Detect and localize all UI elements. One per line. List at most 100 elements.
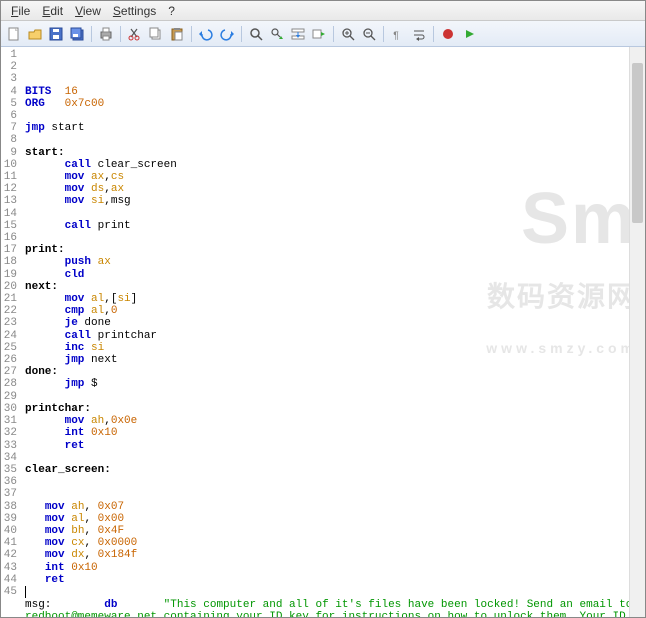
line-number: 18 [3, 256, 17, 268]
code-line[interactable]: clear_screen: [25, 464, 641, 476]
code-line[interactable] [25, 232, 641, 244]
code-line[interactable]: int 0x10 [25, 427, 641, 439]
record-macro-icon[interactable] [439, 25, 457, 43]
line-number: 25 [3, 342, 17, 354]
code-line[interactable]: mov cx, 0x0000 [25, 537, 641, 549]
vertical-scrollbar[interactable] [629, 47, 645, 617]
code-line[interactable]: mov bh, 0x4F [25, 525, 641, 537]
code-line[interactable]: ret [25, 440, 641, 452]
code-line[interactable]: mov dx, 0x184f [25, 549, 641, 561]
code-line[interactable]: push ax [25, 256, 641, 268]
goto-icon[interactable] [310, 25, 328, 43]
menu-help[interactable]: ? [162, 3, 181, 19]
code-line[interactable]: je done [25, 317, 641, 329]
code-line[interactable]: mov al, 0x00 [25, 513, 641, 525]
code-line[interactable] [25, 391, 641, 403]
line-number: 34 [3, 452, 17, 464]
find-icon[interactable] [247, 25, 265, 43]
code-line[interactable]: ORG 0x7c00 [25, 98, 641, 110]
line-number: 19 [3, 269, 17, 281]
code-line[interactable]: msg: db "This computer and all of it's f… [25, 599, 641, 617]
line-number: 15 [3, 220, 17, 232]
code-line[interactable]: inc si [25, 342, 641, 354]
line-number: 27 [3, 366, 17, 378]
code-line[interactable] [25, 476, 641, 488]
open-icon[interactable] [26, 25, 44, 43]
menu-edit[interactable]: Edit [36, 3, 69, 19]
code-line[interactable] [25, 208, 641, 220]
toolbar-separator [241, 26, 242, 42]
code-line[interactable]: mov ds,ax [25, 183, 641, 195]
code-line[interactable]: call print [25, 220, 641, 232]
code-area[interactable]: Sm 数码资源网 www.smzy.com BITS 16ORG 0x7c00 … [21, 47, 645, 617]
code-line[interactable]: jmp start [25, 122, 641, 134]
line-number: 28 [3, 378, 17, 390]
code-line[interactable]: call clear_screen [25, 159, 641, 171]
line-number: 37 [3, 488, 17, 500]
code-line[interactable]: next: [25, 281, 641, 293]
code-line[interactable] [25, 488, 641, 500]
code-line[interactable]: jmp next [25, 354, 641, 366]
print-icon[interactable] [97, 25, 115, 43]
code-line[interactable]: jmp $ [25, 378, 641, 390]
menu-view[interactable]: View [69, 3, 107, 19]
code-line[interactable]: int 0x10 [25, 562, 641, 574]
code-line[interactable] [25, 452, 641, 464]
save-all-icon[interactable] [68, 25, 86, 43]
line-number: 24 [3, 330, 17, 342]
code-line[interactable]: print: [25, 244, 641, 256]
toggle-whitespace-icon[interactable]: ¶ [389, 25, 407, 43]
line-number: 32 [3, 427, 17, 439]
copy-icon[interactable] [147, 25, 165, 43]
line-number: 38 [3, 501, 17, 513]
zoom-out-icon[interactable] [360, 25, 378, 43]
line-number: 3 [3, 73, 17, 85]
code-line[interactable]: done: [25, 366, 641, 378]
menu-file[interactable]: File [5, 3, 36, 19]
code-editor[interactable]: 1234567891011121314151617181920212223242… [1, 47, 645, 617]
line-number: 44 [3, 574, 17, 586]
line-number: 7 [3, 122, 17, 134]
code-line[interactable]: ret [25, 574, 641, 586]
line-number: 42 [3, 549, 17, 561]
code-line[interactable]: BITS 16 [25, 86, 641, 98]
save-icon[interactable] [47, 25, 65, 43]
code-line[interactable]: mov al,[si] [25, 293, 641, 305]
scroll-thumb[interactable] [632, 63, 643, 223]
run-macro-icon[interactable] [460, 25, 478, 43]
code-line[interactable]: mov ax,cs [25, 171, 641, 183]
line-number: 10 [3, 159, 17, 171]
find-next-icon[interactable] [268, 25, 286, 43]
code-line[interactable] [25, 110, 641, 122]
line-number: 30 [3, 403, 17, 415]
code-line[interactable]: printchar: [25, 403, 641, 415]
code-line[interactable] [25, 586, 641, 599]
zoom-in-icon[interactable] [339, 25, 357, 43]
redo-icon[interactable] [218, 25, 236, 43]
line-number: 36 [3, 476, 17, 488]
line-number: 40 [3, 525, 17, 537]
code-line[interactable]: mov si,msg [25, 195, 641, 207]
code-line[interactable]: start: [25, 147, 641, 159]
line-number: 8 [3, 134, 17, 146]
code-line[interactable] [25, 134, 641, 146]
code-line[interactable]: cld [25, 269, 641, 281]
code-line[interactable]: call printchar [25, 330, 641, 342]
line-number: 21 [3, 293, 17, 305]
replace-icon[interactable] [289, 25, 307, 43]
cut-icon[interactable] [126, 25, 144, 43]
code-line[interactable]: cmp al,0 [25, 305, 641, 317]
line-number: 41 [3, 537, 17, 549]
code-line[interactable]: mov ah,0x0e [25, 415, 641, 427]
word-wrap-icon[interactable] [410, 25, 428, 43]
undo-icon[interactable] [197, 25, 215, 43]
line-number: 13 [3, 195, 17, 207]
toolbar-separator [433, 26, 434, 42]
toolbar-separator [91, 26, 92, 42]
paste-icon[interactable] [168, 25, 186, 43]
line-number: 29 [3, 391, 17, 403]
code-line[interactable]: mov ah, 0x07 [25, 501, 641, 513]
menu-settings[interactable]: Settings [107, 3, 162, 19]
new-icon[interactable] [5, 25, 23, 43]
line-number: 9 [3, 147, 17, 159]
